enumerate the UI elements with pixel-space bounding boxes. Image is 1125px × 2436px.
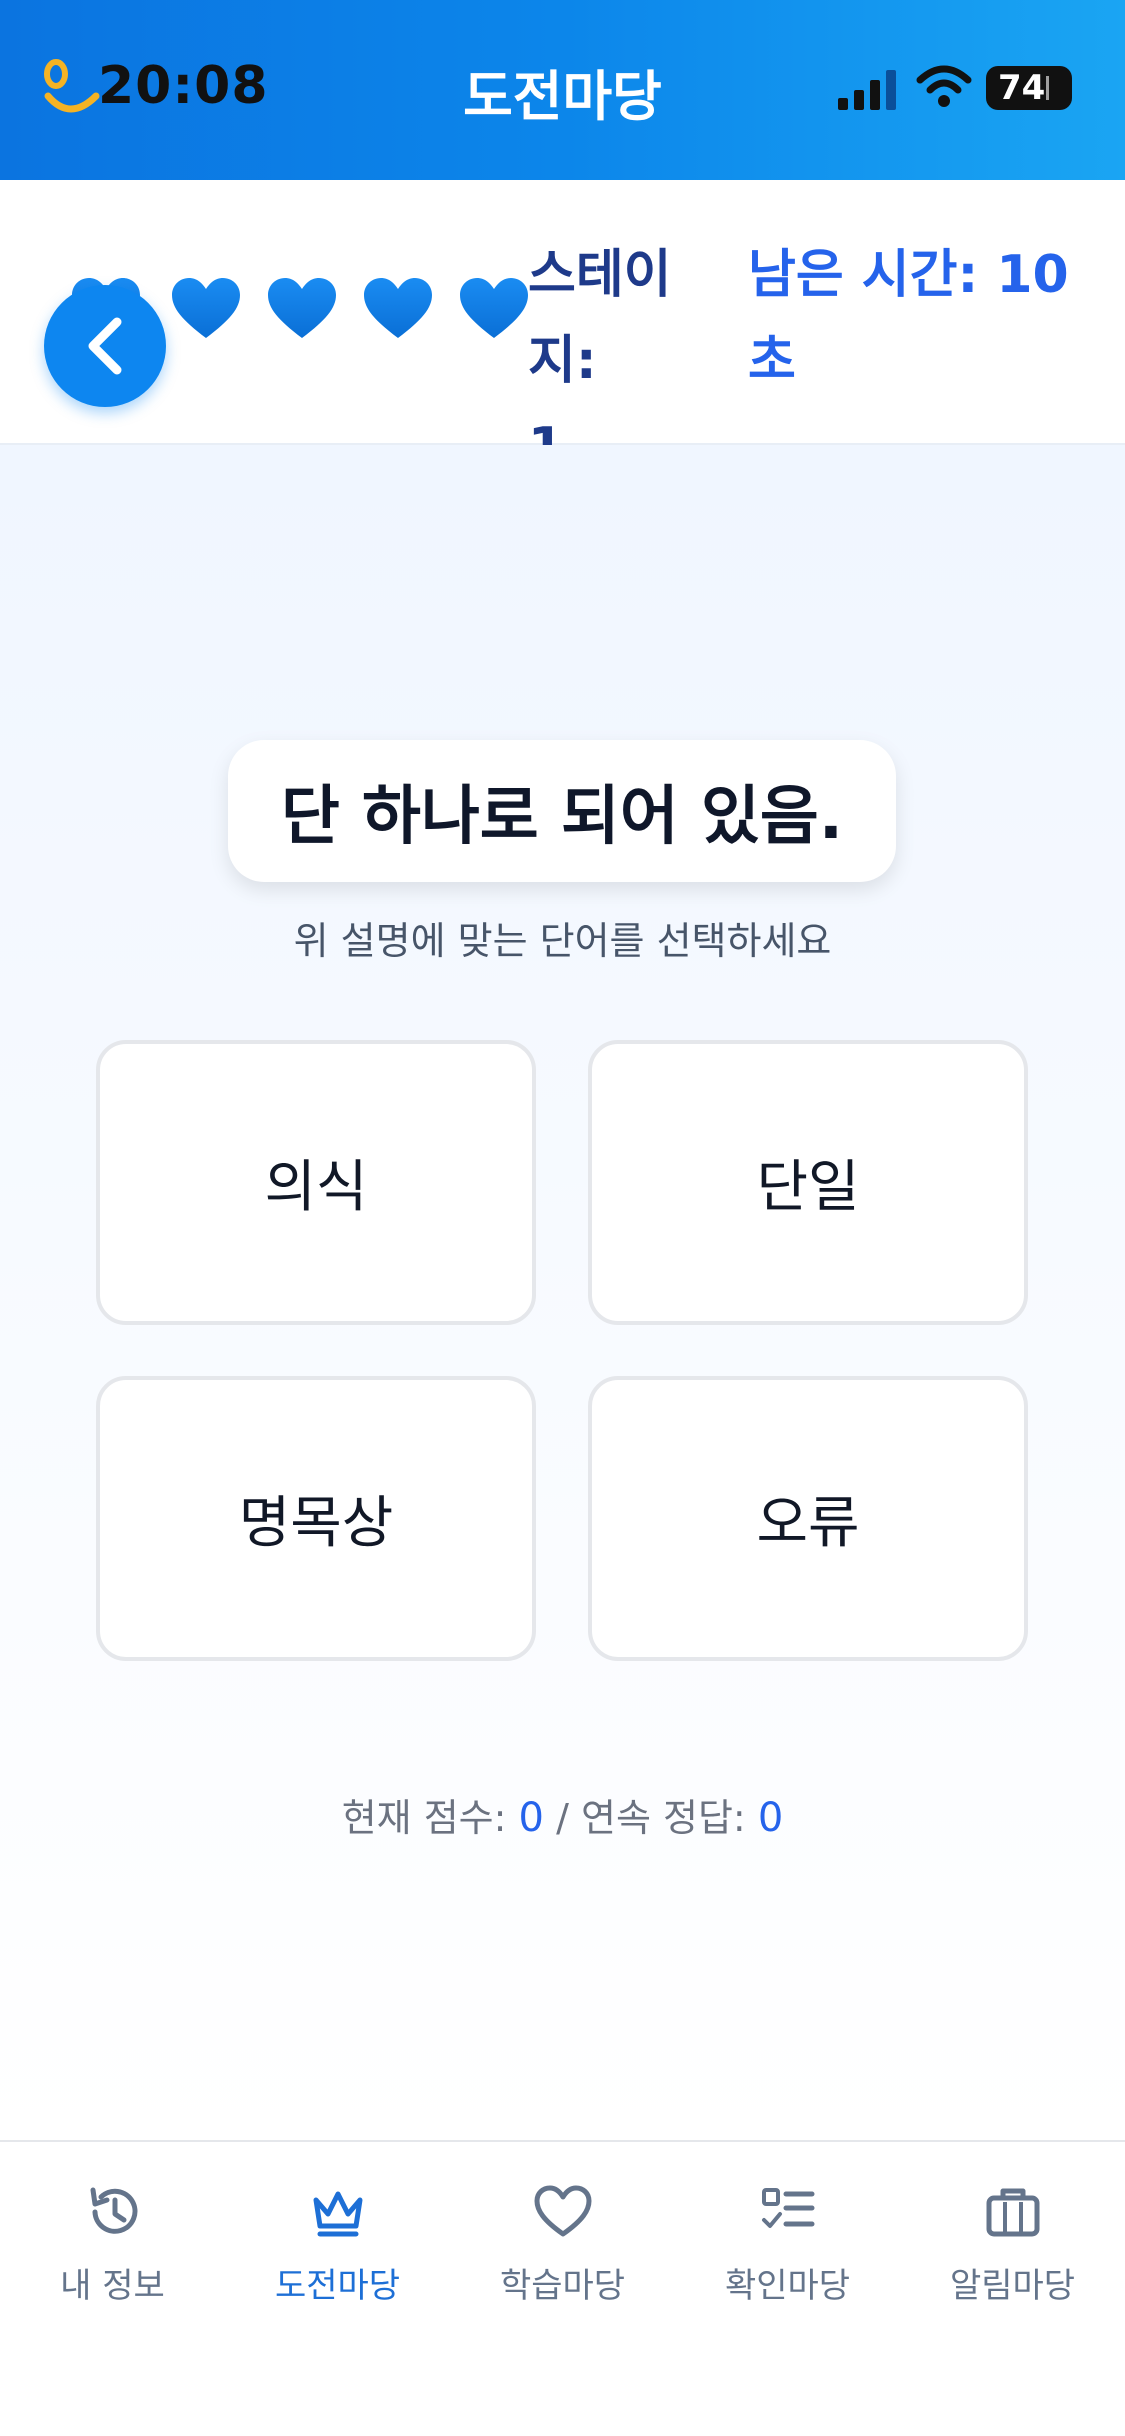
crown-icon: [313, 2191, 362, 2237]
checklist-icon: [761, 2188, 814, 2228]
answer-option-2[interactable]: 단일: [588, 1040, 1028, 1325]
score-summary: 현재 점수: 0 / 연속 정답: 0: [0, 1787, 1125, 1842]
nav-item-challenge[interactable]: 도전마당: [225, 2182, 450, 2332]
heart-outline-icon: [534, 2185, 591, 2237]
nav-item-my-info[interactable]: 내 정보: [0, 2182, 225, 2332]
briefcase-icon: [986, 2188, 1039, 2237]
stage-label: 스테이지:: [528, 245, 672, 391]
score-separator: /: [556, 1796, 569, 1840]
nav-label: 알림마당: [949, 2266, 1076, 2306]
nav-label: 학습마당: [499, 2266, 626, 2306]
history-icon: [90, 2187, 137, 2234]
bottom-nav: 내 정보 도전마당 학습마당 확인마당 알림마당: [0, 2140, 1125, 2436]
battery-level: 74: [998, 68, 1046, 108]
nav-label: 내 정보: [60, 2266, 165, 2306]
time-label: 남은 시간:: [748, 245, 979, 305]
battery-fill: [1046, 76, 1064, 100]
heart-icon: [268, 278, 336, 338]
nav-item-review[interactable]: 확인마당: [675, 2182, 900, 2332]
nav-label: 도전마당: [274, 2266, 401, 2306]
time-value: 10: [996, 245, 1069, 305]
nav-label: 확인마당: [724, 2266, 851, 2306]
score-label: 현재 점수:: [341, 1796, 507, 1840]
streak-value: 0: [757, 1795, 784, 1841]
wifi-icon: [916, 65, 972, 107]
streak-label: 연속 정답:: [581, 1796, 746, 1840]
cellular-signal-icon: [838, 70, 896, 110]
back-button[interactable]: [44, 285, 166, 407]
app-header: 20:08 도전마당 74: [0, 0, 1125, 180]
instruction-text: 위 설명에 맞는 단어를 선택하세요: [293, 919, 832, 963]
heart-icon: [364, 278, 432, 338]
question-card: 단 하나로 되어 있음.: [228, 740, 896, 882]
heart-icon: [172, 278, 240, 338]
answer-option-3[interactable]: 명목상: [96, 1376, 536, 1661]
answer-option-4[interactable]: 오류: [588, 1376, 1028, 1661]
answer-option-1[interactable]: 의식: [96, 1040, 536, 1325]
heart-icon: [460, 278, 528, 338]
time-remaining: 남은 시간: 10 초: [748, 232, 1078, 404]
nav-item-study[interactable]: 학습마당: [450, 2182, 675, 2332]
time-unit: 초: [748, 331, 796, 391]
battery-indicator: 74: [986, 66, 1072, 110]
nav-item-notice[interactable]: 알림마당: [900, 2182, 1125, 2332]
score-value: 0: [518, 1795, 544, 1841]
chevron-left-icon: [88, 317, 122, 375]
